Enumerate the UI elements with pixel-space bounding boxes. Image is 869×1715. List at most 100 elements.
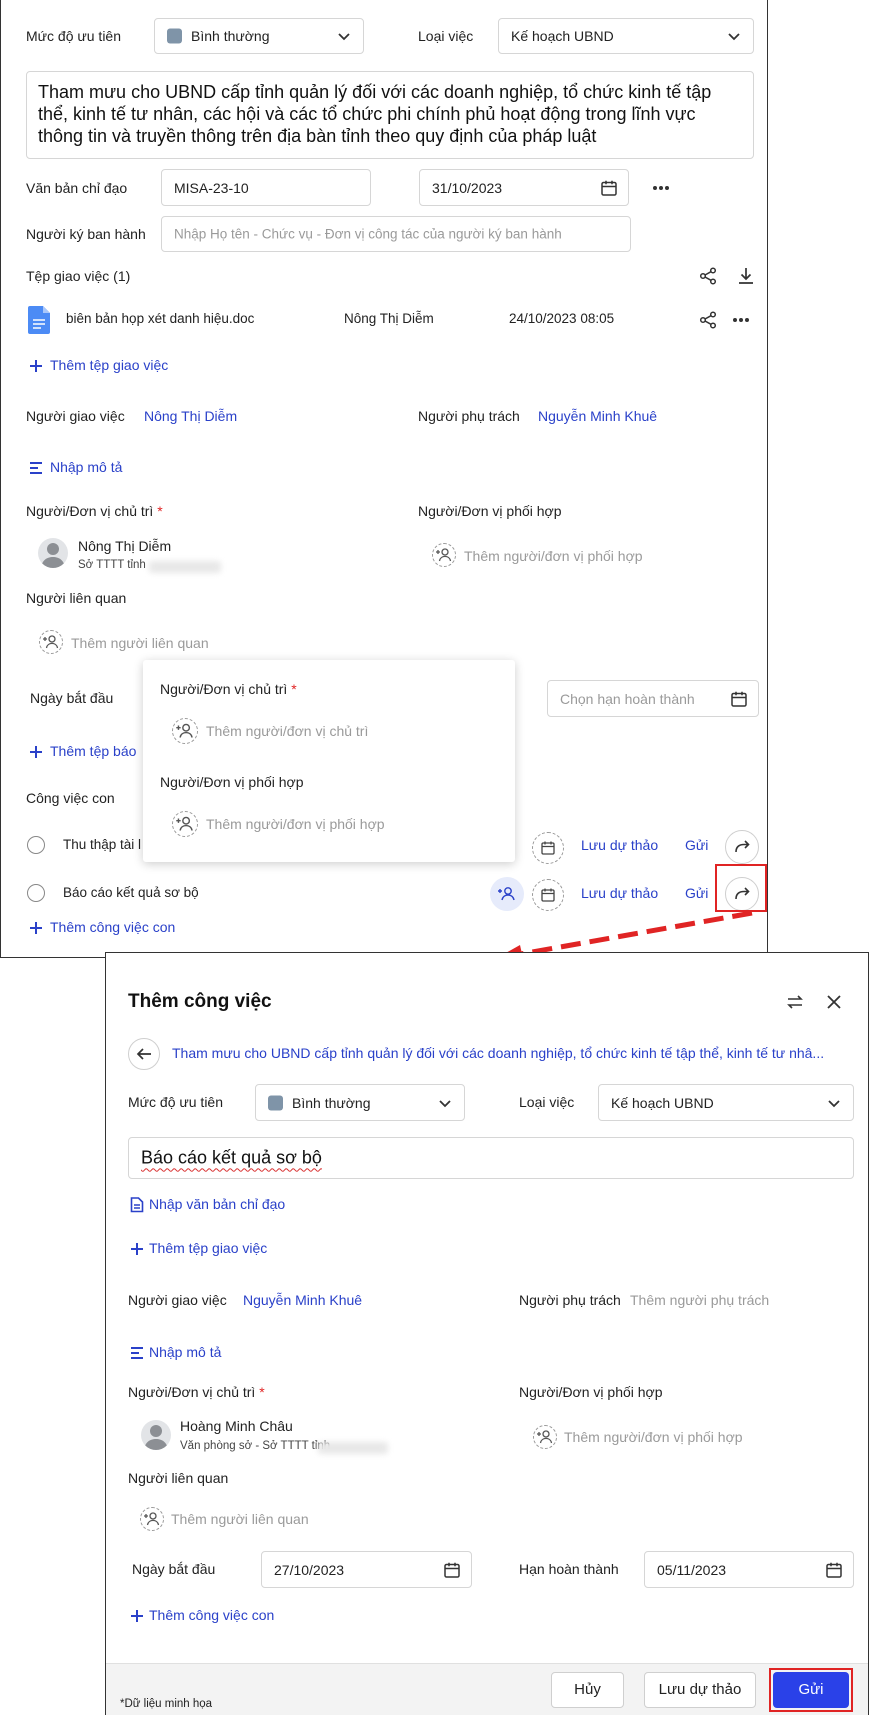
subtask-send-link[interactable]: Gửi [685, 837, 708, 853]
priority-color-swatch [167, 28, 182, 44]
parent-task-panel: Mức độ ưu tiên Bình thường Loại việc Kế … [0, 0, 768, 958]
more-options-icon[interactable] [731, 310, 751, 330]
download-icon[interactable] [736, 266, 756, 286]
add-report-file-label: Thêm tệp báo [50, 743, 137, 759]
task-type-value: Kế hoạch UBND [611, 1094, 714, 1111]
directive-label: Văn bản chỉ đạo [26, 180, 128, 196]
coop-placeholder[interactable]: Thêm người/đơn vị phối hợp [564, 1429, 743, 1445]
host-person-name: Nông Thị Diễm [78, 538, 172, 554]
related-label: Người liên quan [128, 1470, 229, 1486]
task-type-label: Loại việc [418, 28, 474, 44]
plus-icon [130, 1242, 144, 1256]
chevron-down-icon [335, 27, 353, 45]
due-date-input[interactable]: 05/11/2023 [644, 1551, 854, 1588]
task-type-select[interactable]: Kế hoạch UBND [498, 18, 754, 54]
host-person-org: Văn phòng sở - Sở TTTT tỉnh [180, 1440, 331, 1452]
calendar-icon[interactable] [825, 1561, 843, 1579]
due-date-input[interactable]: Chọn hạn hoàn thành [547, 680, 759, 717]
subtask-save-draft-link[interactable]: Lưu dự thảo [581, 837, 658, 853]
task-type-label: Loại việc [519, 1094, 575, 1110]
dialog-title: Thêm công việc [128, 991, 272, 1012]
avatar [38, 538, 68, 568]
parent-task-link[interactable]: Tham mưu cho UBND cấp tỉnh quản lý đối v… [172, 1045, 824, 1061]
owner-value[interactable]: Nguyễn Minh Khuê [538, 408, 657, 424]
calendar-icon[interactable] [730, 690, 748, 708]
subtasks-label: Công việc con [26, 790, 115, 806]
subtask-checkbox[interactable] [27, 884, 45, 902]
related-placeholder[interactable]: Thêm người liên quan [71, 635, 209, 651]
start-date-label: Ngày bắt đầu [132, 1561, 216, 1577]
coop-placeholder[interactable]: Thêm người/đơn vị phối hợp [464, 548, 643, 564]
add-person-icon[interactable] [533, 1425, 557, 1449]
files-section-label: Tệp giao việc (1) [26, 268, 131, 284]
assigner-label: Người giao việc [128, 1292, 227, 1308]
add-person-icon[interactable] [172, 811, 198, 837]
back-button[interactable] [128, 1038, 160, 1070]
add-subtask-label: Thêm công việc con [50, 919, 176, 935]
enter-description-label: Nhập mô tả [149, 1344, 222, 1360]
add-person-icon[interactable] [39, 630, 63, 654]
related-placeholder[interactable]: Thêm người liên quan [171, 1511, 309, 1527]
calendar-icon[interactable] [532, 832, 564, 864]
subtask-name[interactable]: Báo cáo kết quả sơ bộ [63, 885, 199, 900]
calendar-icon[interactable] [443, 1561, 461, 1579]
enter-directive-label: Nhập văn bản chỉ đạo [149, 1196, 286, 1212]
file-name[interactable]: biên bản họp xét danh hiệu.doc [66, 311, 254, 326]
close-icon[interactable] [824, 992, 844, 1012]
task-description-field[interactable]: Tham mưu cho UBND cấp tỉnh quản lý đối v… [26, 71, 754, 159]
priority-value: Bình thường [292, 1094, 371, 1111]
priority-select[interactable]: Bình thường [255, 1084, 465, 1121]
assigner-label: Người giao việc [26, 408, 125, 424]
calendar-icon[interactable] [600, 179, 618, 197]
owner-placeholder[interactable]: Thêm người phụ trách [630, 1292, 769, 1308]
start-date-input[interactable]: 27/10/2023 [261, 1551, 472, 1588]
add-file-label: Thêm tệp giao việc [50, 357, 169, 373]
task-type-value: Kế hoạch UBND [511, 28, 614, 44]
task-name-input[interactable]: Báo cáo kết quả sơ bộ [128, 1137, 854, 1179]
popup-coop-label: Người/Đơn vị phối hợp [160, 774, 304, 790]
directive-date-input[interactable]: 31/10/2023 [419, 169, 629, 206]
priority-select[interactable]: Bình thường [154, 18, 364, 54]
due-date-label: Hạn hoàn thành [519, 1561, 619, 1577]
plus-icon [130, 1609, 144, 1623]
add-task-dialog: Thêm công việc Tham mưu cho UBND cấp tỉn… [105, 952, 869, 1715]
host-person-org: Sở TTTT tỉnh [78, 559, 146, 571]
add-person-icon[interactable] [172, 718, 198, 744]
coop-label: Người/Đơn vị phối hợp [418, 503, 562, 519]
share-icon[interactable] [698, 266, 718, 286]
popup-coop-placeholder[interactable]: Thêm người/đơn vị phối hợp [206, 816, 385, 832]
add-person-icon[interactable] [140, 1507, 164, 1531]
related-label: Người liên quan [26, 590, 127, 606]
signer-input[interactable]: Nhập Họ tên - Chức vụ - Đơn vị công tác … [161, 216, 631, 252]
chevron-down-icon [725, 27, 743, 45]
due-date-value: 05/11/2023 [657, 1561, 727, 1578]
assigner-value[interactable]: Nông Thị Diễm [144, 408, 237, 424]
chevron-down-icon [825, 1094, 843, 1112]
demo-data-footnote: *Dữ liệu minh họa [120, 1698, 213, 1710]
avatar [141, 1420, 171, 1450]
assigner-value[interactable]: Nguyễn Minh Khuê [243, 1292, 362, 1308]
dialog-footer: *Dữ liệu minh họa Hủy Lưu dự thảo Gửi [106, 1663, 868, 1715]
task-name-value: Báo cáo kết quả sơ bộ [141, 1147, 322, 1168]
subtask-save-draft-link[interactable]: Lưu dự thảo [581, 885, 658, 901]
file-uploader: Nông Thị Diễm [344, 311, 434, 326]
swap-icon[interactable] [785, 992, 805, 1012]
host-person-name: Hoàng Minh Châu [180, 1418, 293, 1434]
subtask-name[interactable]: Thu thập tài l [63, 837, 141, 852]
cancel-button[interactable]: Hủy [551, 1672, 624, 1708]
subtask-checkbox[interactable] [27, 836, 45, 854]
task-type-select[interactable]: Kế hoạch UBND [598, 1084, 854, 1121]
directive-date-value: 31/10/2023 [432, 179, 503, 196]
signer-placeholder: Nhập Họ tên - Chức vụ - Đơn vị công tác … [174, 226, 562, 242]
coop-label: Người/Đơn vị phối hợp [519, 1384, 663, 1400]
forward-button[interactable] [725, 830, 759, 864]
priority-label: Mức độ ưu tiên [128, 1094, 224, 1110]
add-person-icon[interactable] [432, 543, 456, 567]
directive-number-input[interactable]: MISA-23-10 [161, 169, 371, 206]
popup-host-placeholder[interactable]: Thêm người/đơn vị chủ trì [206, 723, 368, 739]
share-icon[interactable] [698, 310, 718, 330]
save-draft-button[interactable]: Lưu dự thảo [644, 1672, 756, 1708]
more-options-icon[interactable] [651, 178, 671, 198]
subtask-send-link[interactable]: Gửi [685, 885, 708, 901]
priority-label: Mức độ ưu tiên [26, 28, 122, 44]
